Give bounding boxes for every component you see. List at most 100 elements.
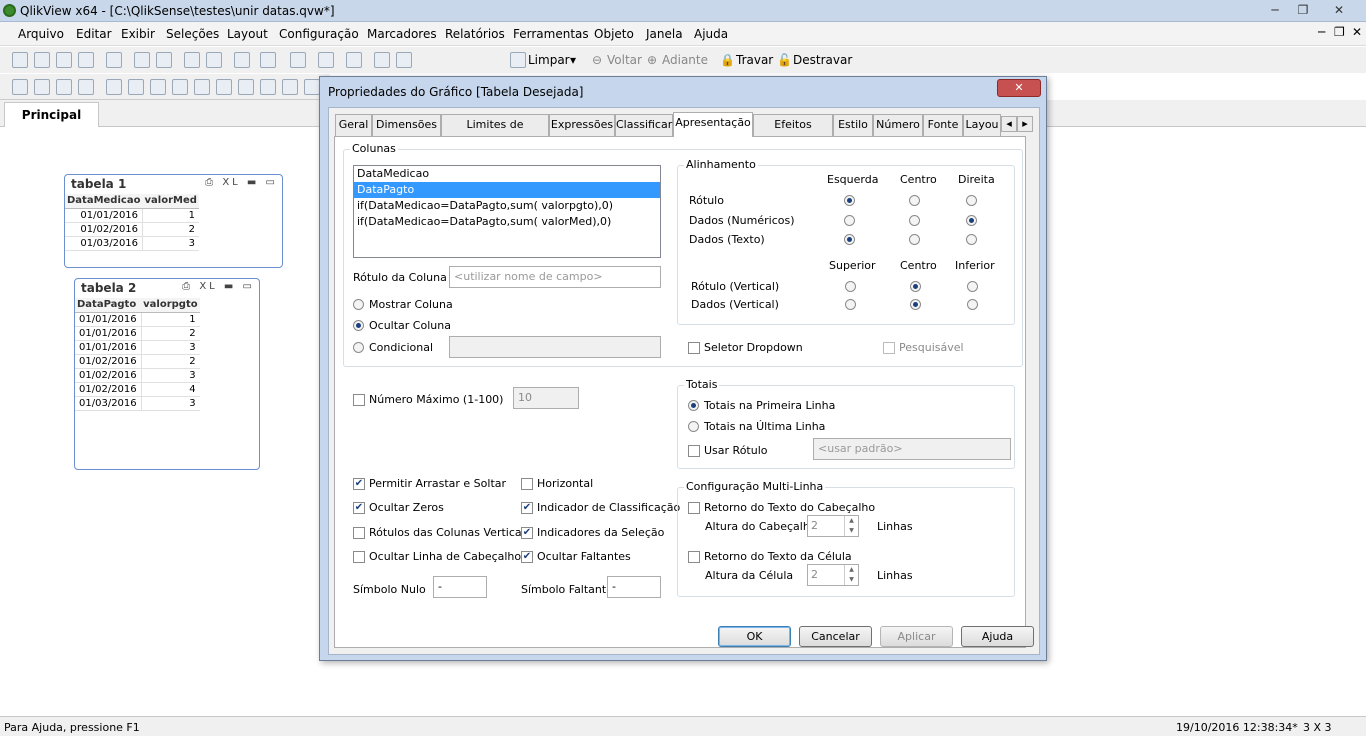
rotulo-inferior-radio[interactable]: [967, 281, 978, 292]
altura-celula-stepper[interactable]: 2 ▲ ▼: [807, 564, 859, 586]
cancel-button[interactable]: Cancelar: [799, 626, 872, 647]
listbox-icon[interactable]: [106, 79, 122, 95]
tab-principal[interactable]: Principal: [4, 102, 99, 128]
table-cell[interactable]: 01/01/2016: [75, 312, 142, 327]
tab-classificar[interactable]: Classificar: [615, 114, 673, 136]
menu-editar[interactable]: Editar: [76, 27, 112, 41]
retorno-celula-label[interactable]: Retorno do Texto da Célula: [704, 550, 852, 563]
save-icon[interactable]: [78, 52, 94, 68]
tab-dimensoes[interactable]: Dimensões: [372, 114, 441, 136]
table-cell[interactable]: 01/03/2016: [65, 236, 143, 251]
table-cell[interactable]: 2: [140, 326, 200, 341]
horizontal-label[interactable]: Horizontal: [537, 477, 593, 490]
table-cell[interactable]: 3: [140, 368, 200, 383]
permitir-arrastar-label[interactable]: Permitir Arrastar e Soltar: [369, 477, 506, 490]
tabela-1-caption-icons[interactable]: ⎙ XL ▬ ▭: [205, 177, 278, 188]
indicador-classificacao-checkbox[interactable]: ✔: [521, 502, 533, 514]
new-icon[interactable]: [12, 52, 28, 68]
indicadores-selecao-checkbox[interactable]: ✔: [521, 527, 533, 539]
mdi-minimize-icon[interactable]: ─: [1318, 25, 1325, 39]
edit-script-icon[interactable]: [134, 52, 150, 68]
table-cell[interactable]: 01/02/2016: [75, 368, 142, 383]
condicional-input[interactable]: [449, 336, 661, 358]
chevron-down-icon[interactable]: ▾: [570, 53, 576, 67]
table-row[interactable]: 01/01/2016 2: [75, 326, 200, 341]
menu-ajuda[interactable]: Ajuda: [694, 27, 728, 41]
sheet-properties-icon[interactable]: [78, 79, 94, 95]
current-selections-icon[interactable]: [260, 52, 276, 68]
rotulo-esquerda-radio[interactable]: [844, 195, 855, 206]
help-button[interactable]: Ajuda: [961, 626, 1034, 647]
pesquisavel-label[interactable]: Pesquisável: [899, 341, 964, 354]
condicional-label[interactable]: Condicional: [369, 341, 433, 354]
menu-arquivo[interactable]: Arquivo: [18, 27, 64, 41]
rotulo-direita-radio[interactable]: [966, 195, 977, 206]
rotulo-coluna-input[interactable]: <utilizar nome de campo>: [449, 266, 661, 288]
table-cell[interactable]: 01/03/2016: [75, 396, 142, 411]
tab-estilo[interactable]: Estilo: [833, 114, 873, 136]
minimize-button[interactable]: ─: [1262, 2, 1288, 18]
maximize-button[interactable]: ❐: [1290, 2, 1316, 18]
totais-ultima-radio[interactable]: [688, 421, 699, 432]
redo-icon[interactable]: [206, 52, 222, 68]
menu-janela[interactable]: Janela: [646, 27, 683, 41]
table-row[interactable]: 01/03/2016 3: [75, 396, 200, 411]
table-cell[interactable]: 2: [142, 222, 199, 237]
columns-listbox[interactable]: DataMedicao DataPagto if(DataMedicao=Dat…: [353, 165, 661, 258]
close-button[interactable]: ✕: [1326, 2, 1352, 18]
table-row[interactable]: 01/03/2016 3: [65, 236, 199, 251]
demote-sheet-icon[interactable]: [56, 79, 72, 95]
reload-icon[interactable]: [56, 52, 72, 68]
mostrar-coluna-radio[interactable]: [353, 299, 364, 310]
context-help-icon[interactable]: [396, 52, 412, 68]
seletor-dropdown-checkbox[interactable]: [688, 342, 700, 354]
properties-icon[interactable]: [346, 52, 362, 68]
rotulo-centro-radio[interactable]: [909, 195, 920, 206]
table-cell[interactable]: 01/01/2016: [75, 340, 142, 355]
table-cell[interactable]: 1: [140, 312, 200, 327]
chart-object-icon[interactable]: [194, 79, 210, 95]
mostrar-coluna-label[interactable]: Mostrar Coluna: [369, 298, 453, 311]
tab-scroll-left-icon[interactable]: ◂: [1001, 116, 1017, 132]
table-row[interactable]: 01/02/2016 4: [75, 382, 200, 397]
menu-marcadores[interactable]: Marcadores: [367, 27, 437, 41]
stepper-arrows-icon[interactable]: ▲ ▼: [844, 565, 858, 585]
numericos-direita-radio[interactable]: [966, 215, 977, 226]
condicional-radio[interactable]: [353, 342, 364, 353]
totais-primeira-label[interactable]: Totais na Primeira Linha: [704, 399, 835, 412]
destravar-button[interactable]: Destravar: [793, 53, 852, 67]
column-header-valorpgto[interactable]: valorpgto: [141, 298, 200, 313]
table-cell[interactable]: 3: [140, 396, 200, 411]
dados-centro-v-radio[interactable]: [910, 299, 921, 310]
numericos-esquerda-radio[interactable]: [844, 215, 855, 226]
voltar-button[interactable]: Voltar: [607, 53, 642, 67]
ocultar-faltantes-checkbox[interactable]: ✔: [521, 551, 533, 563]
totais-primeira-radio[interactable]: [688, 400, 699, 411]
altura-cabecalho-stepper[interactable]: 2 ▲ ▼: [807, 515, 859, 537]
dialog-close-icon[interactable]: ✕: [997, 79, 1041, 97]
indicador-classificacao-label[interactable]: Indicador de Classificação: [537, 501, 680, 514]
totais-ultima-label[interactable]: Totais na Última Linha: [704, 420, 825, 433]
table-row[interactable]: 01/02/2016 2: [65, 222, 199, 237]
menu-configuracao[interactable]: Configuração: [279, 27, 359, 41]
table-cell[interactable]: 3: [140, 340, 200, 355]
list-item[interactable]: if(DataMedicao=DataPagto,sum( valorpgto)…: [354, 198, 660, 214]
usar-rotulo-checkbox[interactable]: [688, 445, 700, 457]
numericos-centro-radio[interactable]: [909, 215, 920, 226]
rotulos-verticais-checkbox[interactable]: [353, 527, 365, 539]
table-box-icon[interactable]: [150, 79, 166, 95]
menu-ferramentas[interactable]: Ferramentas: [513, 27, 589, 41]
open-icon[interactable]: [34, 52, 50, 68]
tab-apresentacao[interactable]: Apresentação: [673, 112, 753, 137]
texto-direita-radio[interactable]: [966, 234, 977, 245]
bookmark-star-icon[interactable]: [318, 52, 334, 68]
text-object-icon[interactable]: [282, 79, 298, 95]
dados-inferior-radio[interactable]: [967, 299, 978, 310]
ocultar-coluna-label[interactable]: Ocultar Coluna: [369, 319, 451, 332]
menu-layout[interactable]: Layout: [227, 27, 268, 41]
tabela-1-box[interactable]: tabela 1 ⎙ XL ▬ ▭ DataMedicao valorMed 0…: [64, 174, 283, 268]
ocultar-zeros-checkbox[interactable]: ✔: [353, 502, 365, 514]
help-icon[interactable]: [374, 52, 390, 68]
table-cell[interactable]: 1: [142, 208, 199, 223]
ocultar-cabecalho-checkbox[interactable]: [353, 551, 365, 563]
